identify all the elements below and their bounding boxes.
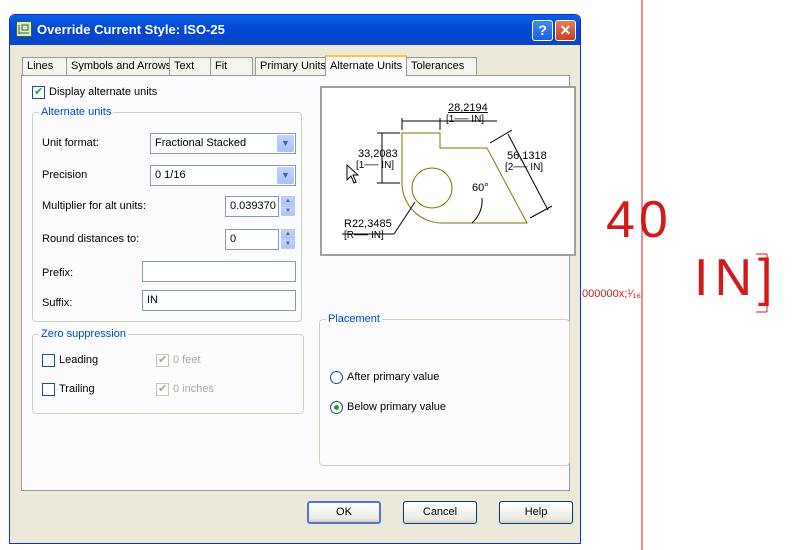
display-alt-units-label[interactable]: Display alternate units — [49, 86, 157, 98]
dialog-title: Override Current Style: ISO-25 — [37, 22, 225, 37]
tab-lines[interactable]: Lines — [22, 57, 67, 75]
prefix-label: Prefix: — [42, 267, 74, 279]
preview-dim-right: 56,1318 — [507, 150, 547, 162]
multiplier-label: Multiplier for alt units: — [42, 200, 146, 212]
drawing-fraction-text: 000000x;¹⁄₁₆ — [582, 288, 641, 300]
cancel-button[interactable]: Cancel — [403, 501, 477, 524]
multiplier-input[interactable]: 0.039370 — [225, 196, 279, 217]
after-primary-radio[interactable] — [330, 371, 343, 384]
help-title-button[interactable]: ? — [532, 20, 553, 41]
drawing-dimension-text: 40 — [606, 191, 672, 249]
unit-format-select[interactable]: Fractional Stacked ▼ — [150, 133, 296, 154]
chevron-down-icon[interactable]: ▼ — [277, 135, 294, 152]
title-bar[interactable]: Override Current Style: ISO-25 ? ✕ — [10, 15, 580, 45]
below-primary-radio[interactable] — [330, 401, 343, 414]
spin-up-icon[interactable]: ▲ — [281, 196, 295, 206]
after-primary-label[interactable]: After primary value — [347, 371, 439, 383]
dimension-style-icon — [16, 21, 32, 37]
round-distances-label: Round distances to: — [42, 233, 140, 245]
trailing-label[interactable]: Trailing — [59, 383, 95, 395]
preview-dim-left-alt: [1── IN] — [356, 160, 395, 171]
trailing-checkbox[interactable] — [42, 383, 55, 396]
preview-pane: 28,2194 [1── IN] 33,2083 [1── IN] 56,131… — [320, 86, 576, 256]
tab-text[interactable]: Text — [169, 57, 211, 75]
spin-down-icon[interactable]: ▼ — [281, 206, 295, 216]
prefix-input[interactable] — [142, 261, 296, 282]
preview-angle: 60° — [472, 182, 489, 194]
override-style-dialog: Override Current Style: ISO-25 ? ✕ Lines… — [9, 14, 581, 544]
preview-radius-alt: [R── IN] — [344, 230, 384, 241]
tab-fit[interactable]: Fit — [210, 57, 253, 75]
zero-suppression-group: Zero suppression — [32, 328, 304, 414]
preview-radius: R22,3485 — [344, 218, 392, 230]
unit-format-value: Fractional Stacked — [155, 137, 247, 149]
multiplier-spinner[interactable]: ▲ ▼ — [281, 196, 295, 217]
zero-feet-checkbox[interactable] — [156, 353, 169, 367]
tab-symbols-and-arrows[interactable]: Symbols and Arrows — [66, 57, 171, 75]
precision-select[interactable]: 0 1/16 ▼ — [150, 165, 296, 186]
precision-value: 0 1/16 — [155, 169, 186, 181]
help-button[interactable]: Help — [499, 501, 573, 524]
unit-format-label: Unit format: — [42, 137, 99, 149]
leading-checkbox[interactable] — [42, 354, 55, 367]
below-primary-label[interactable]: Below primary value — [347, 401, 446, 413]
spin-up-icon[interactable]: ▲ — [281, 229, 295, 239]
tab-tolerances[interactable]: Tolerances — [406, 57, 477, 75]
preview-dim-right-alt: [2── IN] — [505, 162, 544, 173]
ok-button[interactable]: OK — [307, 501, 381, 524]
alternate-units-panel: Display alternate units Alternate units … — [21, 75, 576, 491]
display-alt-units-checkbox[interactable] — [32, 85, 45, 99]
chevron-down-icon[interactable]: ▼ — [277, 167, 294, 184]
placement-group: Placement — [319, 313, 570, 466]
preview-dim-top-alt: [1── IN] — [446, 114, 485, 125]
close-button[interactable]: ✕ — [555, 20, 576, 41]
placement-group-title: Placement — [326, 313, 382, 325]
mouse-cursor-icon — [346, 164, 360, 184]
precision-label: Precision — [42, 169, 88, 181]
zero-feet-label: 0 feet — [173, 354, 201, 366]
drawing-unit-text: IN] — [694, 249, 779, 307]
zero-inches-checkbox[interactable] — [156, 382, 169, 396]
alternate-units-group-title: Alternate units — [39, 106, 114, 118]
leading-label[interactable]: Leading — [59, 354, 98, 366]
suffix-label: Suffix: — [42, 297, 73, 309]
suffix-input[interactable]: IN — [142, 290, 296, 311]
preview-dim-top: 28,2194 — [448, 102, 488, 114]
tab-primary-units[interactable]: Primary Units — [255, 57, 327, 75]
zero-inches-label: 0 inches — [173, 383, 214, 395]
round-distances-spinner[interactable]: ▲ ▼ — [281, 229, 295, 250]
tab-alternate-units[interactable]: Alternate Units — [325, 55, 407, 76]
round-distances-input[interactable]: 0 — [225, 229, 279, 250]
zero-suppression-group-title: Zero suppression — [39, 328, 128, 340]
preview-dim-left: 33,2083 — [358, 148, 398, 160]
spin-down-icon[interactable]: ▼ — [281, 239, 295, 249]
